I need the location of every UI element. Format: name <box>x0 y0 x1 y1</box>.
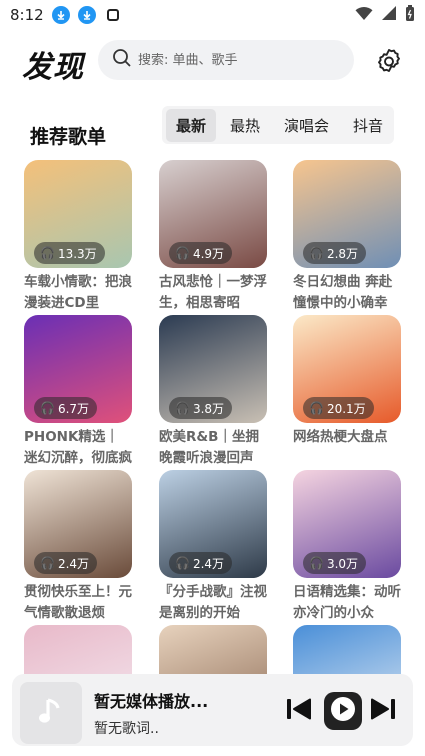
headphones-icon: 🎧 <box>175 401 190 415</box>
headphones-icon: 🎧 <box>40 246 55 260</box>
tab-douyin[interactable]: 抖音 <box>343 109 393 142</box>
playlist-card[interactable]: 🎧 6.7万 PHONK精选｜迷幻沉醉，彻底疯 <box>24 315 134 469</box>
play-count-badge: 🎧 3.8万 <box>169 397 233 419</box>
headphones-icon: 🎧 <box>309 246 324 260</box>
playlist-cover: 🎧 2.8万 <box>293 160 401 268</box>
play-count-badge: 🎧 20.1万 <box>303 397 374 419</box>
header: 发现 <box>0 38 425 85</box>
previous-button[interactable] <box>282 694 316 728</box>
headphones-icon: 🎧 <box>309 401 324 415</box>
headphones-icon: 🎧 <box>309 556 324 570</box>
music-note-icon <box>38 696 64 730</box>
settings-button[interactable] <box>374 46 404 76</box>
battery-icon <box>405 4 415 26</box>
skip-previous-icon <box>285 696 313 726</box>
headphones-icon: 🎧 <box>175 556 190 570</box>
playlist-title: 网络热梗大盘点 <box>293 429 388 445</box>
playlist-title: PHONK精选｜迷幻沉醉，彻底疯 <box>24 429 132 466</box>
stop-icon <box>104 6 122 24</box>
status-bar: 8:12 <box>0 0 425 30</box>
playlist-cover: 🎧 4.9万 <box>159 160 267 268</box>
tab-concert[interactable]: 演唱会 <box>274 109 339 142</box>
search-icon <box>112 48 132 72</box>
play-count: 6.7万 <box>57 401 90 416</box>
playlist-card[interactable]: 🎧 13.3万 车载小情歌：把浪漫装进CD里 <box>24 160 134 314</box>
playlist-cover: 🎧 2.4万 <box>24 470 132 578</box>
playlist-cover: 🎧 3.8万 <box>159 315 267 423</box>
play-count: 20.1万 <box>326 401 366 416</box>
tab-hottest[interactable]: 最热 <box>220 109 270 142</box>
playlist-card[interactable]: 🎧 3.0万 日语精选集：动听亦冷门的小众 <box>293 470 403 624</box>
playlist-title: 日语精选集：动听亦冷门的小众 <box>293 584 401 621</box>
playlist-card[interactable]: 🎧 3.8万 欧美R&B｜坐拥晚霞听浪漫回声 <box>159 315 269 469</box>
playlist-card[interactable]: 🎧 2.4万 『分手战歌』注视是离别的开始 <box>159 470 269 624</box>
play-count-badge: 🎧 6.7万 <box>34 397 98 419</box>
play-count-badge: 🎧 2.8万 <box>303 242 367 264</box>
gear-icon <box>374 49 404 80</box>
play-button[interactable] <box>324 692 362 730</box>
cellular-icon <box>381 5 397 25</box>
play-count: 3.0万 <box>326 556 359 571</box>
playlist-title: 贯彻快乐至上！元气情歌散退烦 <box>24 584 132 621</box>
playlist-cover: 🎧 13.3万 <box>24 160 132 268</box>
download-icon <box>51 6 70 24</box>
status-time: 8:12 <box>10 6 44 24</box>
play-count: 2.8万 <box>326 246 359 261</box>
playlist-title: 『分手战歌』注视是离别的开始 <box>159 584 267 621</box>
playlist-card[interactable]: 🎧 4.9万 古风悲怆｜一梦浮生，相思寄昭 <box>159 160 269 314</box>
headphones-icon: 🎧 <box>40 401 55 415</box>
section-title: 推荐歌单 <box>30 126 107 148</box>
play-icon <box>330 696 356 726</box>
play-count: 4.9万 <box>192 246 225 261</box>
playlist-title: 车载小情歌：把浪漫装进CD里 <box>24 274 132 311</box>
headphones-icon: 🎧 <box>175 246 190 260</box>
play-count: 13.3万 <box>57 246 97 261</box>
play-count-badge: 🎧 2.4万 <box>169 552 233 574</box>
page-title: 发现 <box>22 50 84 85</box>
tab-latest[interactable]: 最新 <box>166 108 217 142</box>
player-track-title: 暂无媒体播放... <box>94 692 209 711</box>
playlist-cover: 🎧 6.7万 <box>24 315 132 423</box>
album-art-placeholder <box>20 682 82 744</box>
download-icon <box>77 6 96 24</box>
play-count-badge: 🎧 4.9万 <box>169 242 233 264</box>
playlist-cover: 🎧 20.1万 <box>293 315 401 423</box>
skip-next-icon <box>369 696 397 726</box>
playlist-card[interactable]: 🎧 2.4万 贯彻快乐至上！元气情歌散退烦 <box>24 470 134 624</box>
playlist-cover: 🎧 3.0万 <box>293 470 401 578</box>
play-count: 3.8万 <box>192 401 225 416</box>
playlist-title: 冬日幻想曲 奔赴憧憬中的小确幸 <box>293 274 393 311</box>
playlist-cover: 🎧 2.4万 <box>159 470 267 578</box>
category-tabs: 最新 最热 演唱会 抖音 <box>162 106 394 144</box>
home-indicator <box>0 748 425 756</box>
search-input[interactable] <box>138 52 338 68</box>
headphones-icon: 🎧 <box>40 556 55 570</box>
playlist-title: 古风悲怆｜一梦浮生，相思寄昭 <box>159 274 267 311</box>
play-count-badge: 🎧 13.3万 <box>34 242 105 264</box>
play-count: 2.4万 <box>192 556 225 571</box>
playlist-card[interactable]: 🎧 2.8万 冬日幻想曲 奔赴憧憬中的小确幸 <box>293 160 403 314</box>
player-lyrics: 暂无歌词.. <box>94 721 159 737</box>
playlist-card[interactable]: 🎧 20.1万 网络热梗大盘点 <box>293 315 403 469</box>
mini-player[interactable]: 暂无媒体播放... 暂无歌词.. <box>12 674 413 746</box>
next-button[interactable] <box>366 694 400 728</box>
search-bar[interactable] <box>98 40 354 80</box>
play-count-badge: 🎧 3.0万 <box>303 552 367 574</box>
playlist-title: 欧美R&B｜坐拥晚霞听浪漫回声 <box>159 429 259 466</box>
play-count-badge: 🎧 2.4万 <box>34 552 98 574</box>
wifi-icon <box>355 5 373 25</box>
play-count: 2.4万 <box>57 556 90 571</box>
